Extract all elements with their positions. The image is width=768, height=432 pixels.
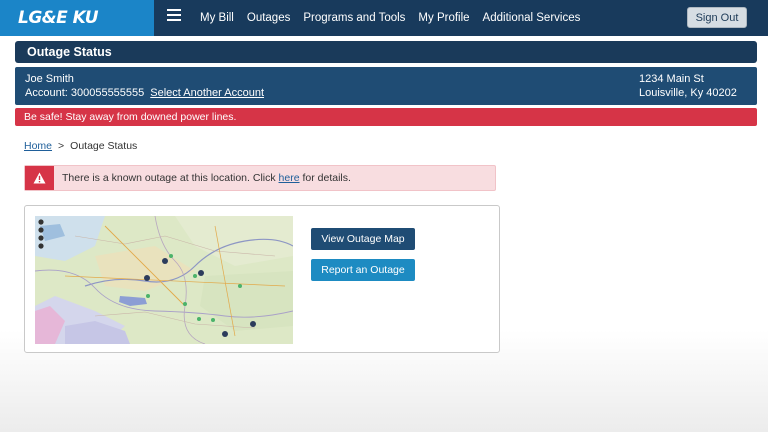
safety-banner: Be safe! Stay away from downed power lin… xyxy=(15,108,757,126)
alert-icon-container xyxy=(25,166,54,190)
sign-out-button[interactable]: Sign Out xyxy=(687,7,747,28)
service-address: 1234 Main St Louisville, Ky 40202 xyxy=(639,72,737,100)
warning-triangle-icon xyxy=(33,172,46,184)
outage-map-thumbnail[interactable] xyxy=(35,216,293,344)
account-info: Joe Smith Account: 300055555555 Select An… xyxy=(25,72,264,100)
report-outage-button[interactable]: Report an Outage xyxy=(311,259,415,281)
breadcrumb-separator: > xyxy=(58,140,65,152)
alert-text-after: for details. xyxy=(299,172,351,184)
logo-text: LG&E KU xyxy=(18,8,99,28)
nav-my-bill[interactable]: My Bill xyxy=(200,12,234,24)
breadcrumb-current: Outage Status xyxy=(70,140,138,152)
hamburger-menu-icon[interactable] xyxy=(167,9,181,23)
select-another-account-link[interactable]: Select Another Account xyxy=(150,87,264,99)
nav-additional-services[interactable]: Additional Services xyxy=(483,12,581,24)
alert-message: There is a known outage at this location… xyxy=(62,172,351,184)
address-line-1: 1234 Main St xyxy=(639,73,704,85)
breadcrumb: Home > Outage Status xyxy=(24,140,137,152)
map-graphic xyxy=(35,216,293,344)
lge-ku-logo[interactable]: LG&E KU xyxy=(0,0,154,36)
main-nav: My Bill Outages Programs and Tools My Pr… xyxy=(200,0,593,36)
account-number: Account: 300055555555 xyxy=(25,87,145,99)
view-outage-map-button[interactable]: View Outage Map xyxy=(311,228,415,250)
account-holder-name: Joe Smith xyxy=(25,73,74,85)
nav-my-profile[interactable]: My Profile xyxy=(418,12,469,24)
nav-outages[interactable]: Outages xyxy=(247,12,290,24)
outage-alert: There is a known outage at this location… xyxy=(24,165,496,191)
nav-programs-and-tools[interactable]: Programs and Tools xyxy=(303,12,405,24)
account-bar: Joe Smith Account: 300055555555 Select An… xyxy=(15,67,757,105)
outage-map-card: View Outage Map Report an Outage xyxy=(24,205,500,353)
address-line-2: Louisville, Ky 40202 xyxy=(639,87,737,99)
alert-details-link[interactable]: here xyxy=(279,172,300,184)
top-navigation-bar: LG&E KU My Bill Outages Programs and Too… xyxy=(0,0,768,36)
page-title: Outage Status xyxy=(15,41,757,63)
breadcrumb-home-link[interactable]: Home xyxy=(24,140,52,152)
alert-text-before: There is a known outage at this location… xyxy=(62,172,279,184)
